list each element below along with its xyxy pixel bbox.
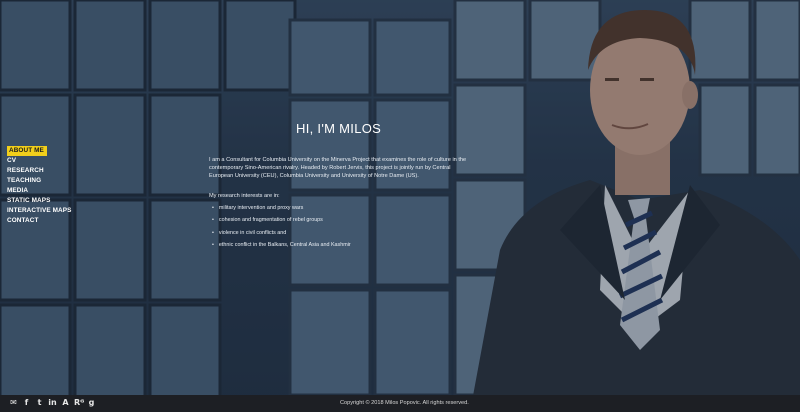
google-scholar-icon[interactable]: g [87,398,96,408]
dark-overlay [0,0,800,412]
copyright-text: Copyright © 2018 Milos Popovic. All righ… [340,400,469,406]
nav-item-research[interactable]: RESEARCH [7,166,71,176]
nav-item-cv[interactable]: CV [7,156,71,166]
interest-item: • violence in civil conflicts and [212,229,287,236]
researchgate-icon[interactable]: Rᴳ [74,398,84,408]
background-photo [0,0,800,412]
social-links: ✉ f t in A Rᴳ g [9,398,96,408]
nav-item-contact[interactable]: CONTACT [7,216,71,226]
interest-item: • military intervention and proxy wars [212,205,304,211]
intro-paragraph: I am a Consultant for Columbia Universit… [209,157,467,180]
linkedin-icon[interactable]: in [48,398,57,408]
email-icon[interactable]: ✉ [9,398,18,408]
main-nav: ABOUT ME CV RESEARCH TEACHING MEDIA STAT… [7,146,71,226]
nav-item-static-maps[interactable]: STATIC MAPS [7,196,71,206]
nav-item-media[interactable]: MEDIA [7,186,71,196]
interest-item: • ethnic conflict in the Balkans, Central… [212,241,351,248]
facebook-icon[interactable]: f [22,398,31,408]
interests-list: • military intervention and proxy wars • c… [212,204,351,253]
interests-label: My research interests are in: [209,193,280,199]
academia-icon[interactable]: A [61,398,70,408]
nav-item-teaching[interactable]: TEACHING [7,176,71,186]
footer: ✉ f t in A Rᴳ g Copyright © 2018 Milos P… [0,395,800,412]
nav-item-about-me[interactable]: ABOUT ME [7,146,71,156]
interest-item: • cohesion and fragmentation of rebel gro… [212,217,323,224]
page-title: HI, I'M MILOS [296,121,382,136]
nav-item-interactive-maps[interactable]: INTERACTIVE MAPS [7,206,71,216]
twitter-icon[interactable]: t [35,398,44,408]
